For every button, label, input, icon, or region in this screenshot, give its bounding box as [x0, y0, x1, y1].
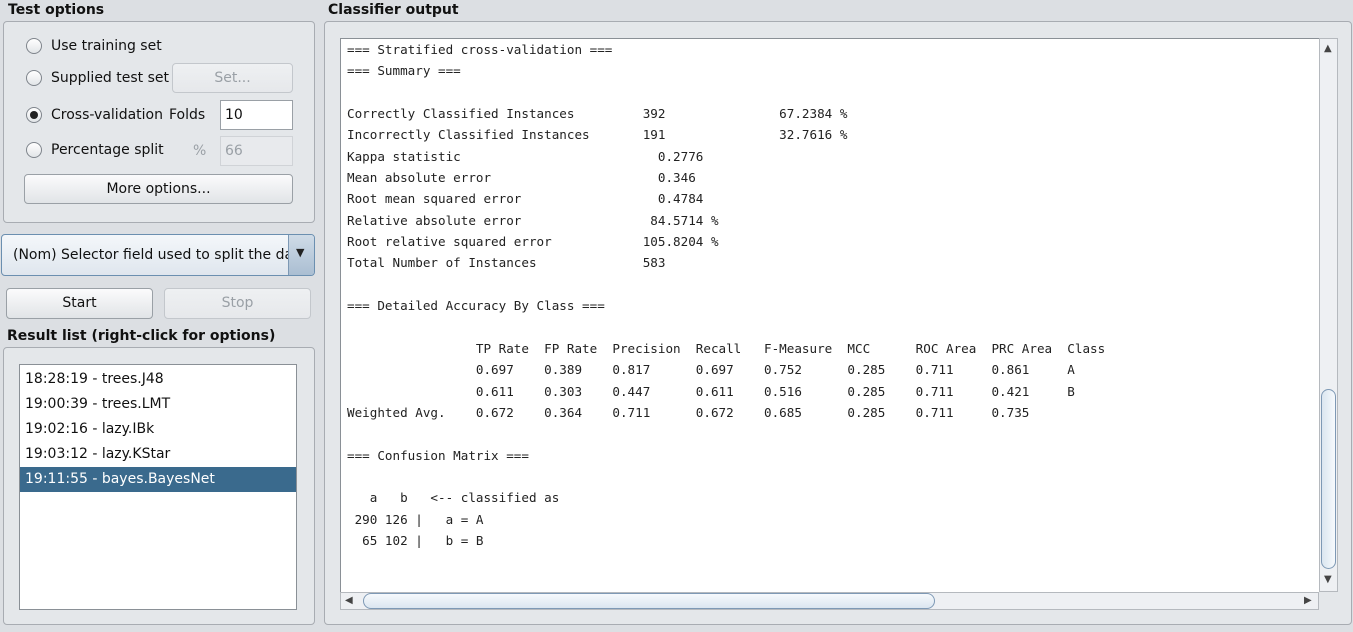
use-training-set-label: Use training set: [51, 38, 162, 54]
classifier-output-panel: === Stratified cross-validation === === S…: [324, 21, 1352, 625]
output-line: === Stratified cross-validation ===: [347, 42, 613, 57]
output-line: Total Number of Instances 583: [347, 255, 666, 271]
stop-button[interactable]: Stop: [164, 288, 311, 319]
result-list[interactable]: 18:28:19 - trees.J48 19:00:39 - trees.LMT…: [19, 364, 297, 610]
classifier-output-title: Classifier output: [328, 2, 459, 18]
result-list-item[interactable]: 19:03:12 - lazy.KStar: [20, 442, 296, 467]
radio-icon[interactable]: [26, 70, 42, 86]
output-line: 65 102 | b = B: [347, 532, 484, 548]
selector-label: (Nom) Selector field used to split the d…: [13, 247, 308, 263]
output-line: === Summary ===: [347, 63, 461, 79]
vertical-scroll-thumb[interactable]: [1321, 389, 1336, 569]
output-line: Weighted Avg. 0.672 0.364 0.711 0.672 0.…: [347, 404, 1030, 420]
test-options-title: Test options: [8, 2, 105, 18]
use-training-set-option[interactable]: Use training set: [26, 38, 162, 54]
output-line: Root mean squared error 0.4784: [347, 191, 704, 207]
output-line: TP Rate FP Rate Precision Recall F-Measu…: [347, 340, 1106, 356]
output-line: Mean absolute error 0.346: [347, 170, 696, 186]
more-options-button[interactable]: More options...: [24, 174, 293, 204]
percentage-split-label: Percentage split: [51, 142, 164, 158]
output-text-area[interactable]: === Stratified cross-validation === === S…: [340, 38, 1319, 593]
classifier-output-text: === Stratified cross-validation === === S…: [347, 39, 1105, 551]
cross-validation-label: Cross-validation: [51, 107, 163, 123]
percentage-split-option[interactable]: Percentage split: [26, 142, 164, 158]
output-line: 0.611 0.303 0.447 0.611 0.516 0.285 0.71…: [347, 383, 1075, 399]
percent-label: %: [193, 143, 207, 159]
scroll-up-icon[interactable]: ▲: [1324, 43, 1332, 54]
set-button[interactable]: Set...: [172, 63, 293, 93]
result-list-panel: 18:28:19 - trees.J48 19:00:39 - trees.LMT…: [3, 347, 315, 625]
horizontal-scrollbar[interactable]: ◀ ▶: [340, 592, 1319, 610]
output-line: Incorrectly Classified Instances 191 32.…: [347, 127, 848, 143]
percentage-input[interactable]: 66: [220, 136, 293, 166]
test-options-panel: Use training set Supplied test set Set..…: [3, 21, 315, 223]
radio-icon[interactable]: [26, 38, 42, 54]
result-list-item[interactable]: 19:00:39 - trees.LMT: [20, 392, 296, 417]
result-list-item[interactable]: 18:28:19 - trees.J48: [20, 367, 296, 392]
horizontal-scroll-thumb[interactable]: [363, 593, 935, 609]
output-line: === Confusion Matrix ===: [347, 447, 529, 463]
output-line: Kappa statistic 0.2776: [347, 148, 704, 164]
scroll-down-icon[interactable]: ▼: [1324, 574, 1332, 585]
output-line: Correctly Classified Instances 392 67.23…: [347, 106, 848, 122]
output-line: 0.697 0.389 0.817 0.697 0.752 0.285 0.71…: [347, 362, 1075, 378]
output-line: 290 126 | a = A: [347, 511, 484, 527]
supplied-test-set-label: Supplied test set: [51, 70, 169, 86]
vertical-scrollbar[interactable]: ▲ ▼: [1319, 38, 1338, 592]
output-line: === Detailed Accuracy By Class ===: [347, 298, 605, 314]
result-list-item[interactable]: 19:02:16 - lazy.IBk: [20, 417, 296, 442]
selector-dropdown[interactable]: (Nom) Selector field used to split the d…: [1, 234, 315, 276]
chevron-down-icon: ▼: [296, 246, 305, 259]
start-button[interactable]: Start: [6, 288, 153, 319]
supplied-test-set-option[interactable]: Supplied test set: [26, 70, 169, 86]
folds-label: Folds: [169, 107, 206, 123]
radio-icon[interactable]: [26, 142, 42, 158]
scroll-left-icon[interactable]: ◀: [345, 595, 353, 606]
scroll-right-icon[interactable]: ▶: [1304, 595, 1312, 606]
output-line: a b <-- classified as: [347, 490, 560, 506]
radio-checked-icon[interactable]: [26, 107, 42, 123]
result-list-item[interactable]: 19:11:55 - bayes.BayesNet: [20, 467, 296, 492]
output-line: Root relative squared error 105.8204 %: [347, 234, 719, 250]
cross-validation-option[interactable]: Cross-validation: [26, 107, 163, 123]
output-line: Relative absolute error 84.5714 %: [347, 212, 719, 228]
result-list-title: Result list (right-click for options): [7, 328, 276, 344]
selector-arrow-box[interactable]: ▼: [288, 235, 314, 275]
folds-input[interactable]: 10: [220, 100, 293, 130]
